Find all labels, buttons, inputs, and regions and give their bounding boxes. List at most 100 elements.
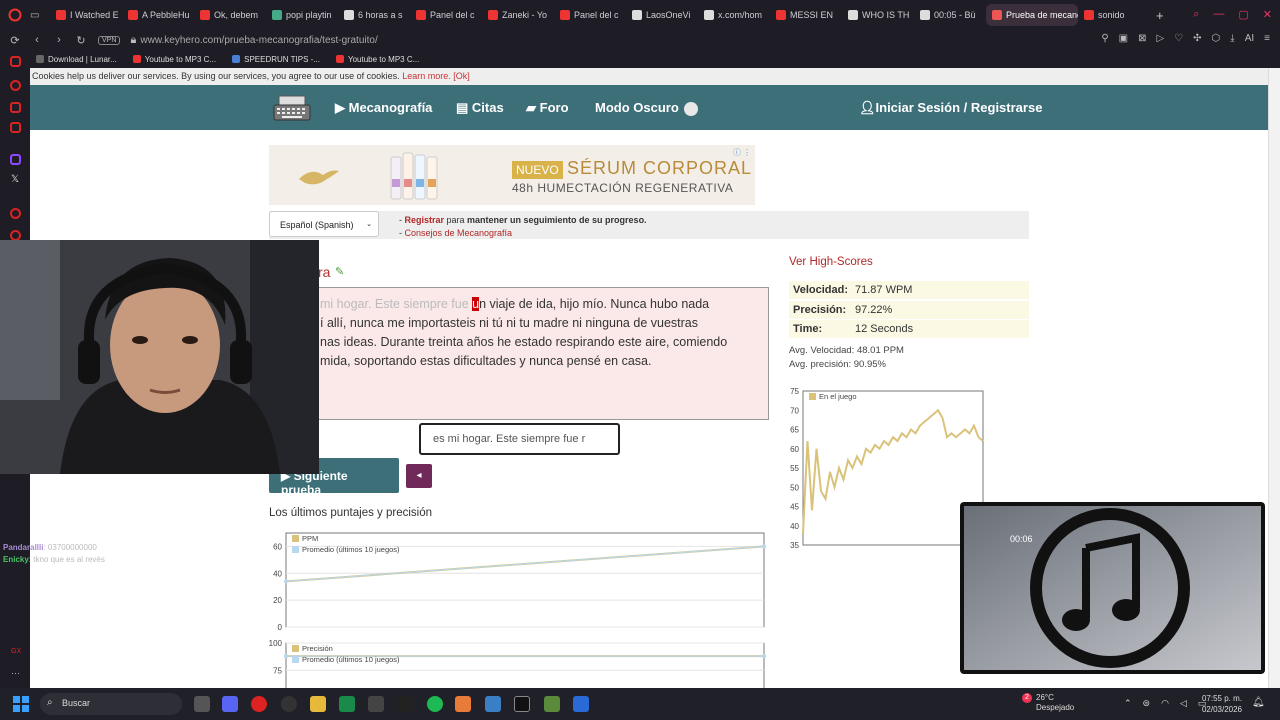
weather-widget[interactable]: 2 26°C Despejado <box>1022 693 1074 713</box>
close-icon[interactable]: ✕ <box>1263 8 1272 21</box>
browser-tab[interactable]: sonido <box>1078 4 1150 26</box>
cloud-icon[interactable] <box>455 696 471 712</box>
vpn-badge[interactable]: VPN <box>98 35 121 45</box>
high-scores-link[interactable]: Ver High-Scores <box>789 256 873 268</box>
maximize-icon[interactable]: ▢ <box>1238 8 1248 21</box>
nav-modo-oscuro[interactable]: Modo Oscuro <box>595 100 679 115</box>
extension-icon[interactable]: ⊠ <box>1138 33 1146 44</box>
language-select[interactable]: Español (Spanish) ⌄ <box>269 211 379 237</box>
sidebar-messenger-icon[interactable] <box>10 80 21 91</box>
discord-icon[interactable] <box>222 696 238 712</box>
sidebar-player-icon[interactable] <box>10 208 21 219</box>
browser-tab[interactable]: Panel del c <box>410 4 482 26</box>
tab-favicon-icon <box>272 10 282 20</box>
register-link[interactable]: Registrar <box>405 215 445 225</box>
windows-start-icon[interactable] <box>13 696 29 712</box>
lock-icon[interactable]: 🔒︎ <box>126 34 140 47</box>
tab-list-icon[interactable]: ▭ <box>30 10 50 21</box>
pin-icon[interactable]: ⚲ <box>1101 33 1108 44</box>
photos-icon[interactable] <box>485 696 501 712</box>
sidebar-more-icon[interactable]: ··· <box>11 668 20 678</box>
app-green-icon[interactable] <box>339 696 355 712</box>
nav-mecanografia[interactable]: ▶ Mecanografía <box>335 100 432 116</box>
tips-link[interactable]: Consejos de Mecanografía <box>405 228 513 238</box>
browser-tab[interactable]: popi playtin <box>266 4 338 26</box>
sidebar-instagram-icon[interactable] <box>10 102 21 113</box>
x-app-icon[interactable] <box>368 696 384 712</box>
search-tabs-icon[interactable]: ⌕ <box>1193 8 1199 21</box>
puzzle-icon[interactable]: ✣ <box>1193 33 1201 44</box>
browser-tab[interactable]: MESSI EN <box>770 4 842 26</box>
speaker-icon[interactable]: ◁ <box>1180 698 1187 709</box>
forward-icon[interactable]: › <box>48 34 70 46</box>
play-icon[interactable]: ▷ <box>1156 33 1164 44</box>
nav-login[interactable]: 👤︎Iniciar Sesión / Registrarse <box>859 100 1042 116</box>
heart-icon[interactable]: ♡ <box>1174 33 1183 44</box>
cookie-learn-more-link[interactable]: Learn more. <box>402 71 451 81</box>
sidebar-twitch-icon[interactable] <box>10 154 21 165</box>
page-scrollbar[interactable] <box>1268 68 1280 688</box>
bookmark-item[interactable]: Download | Lunar... <box>36 55 117 64</box>
notifications-icon[interactable]: 🔔︎ <box>1252 697 1265 708</box>
browser-tab[interactable]: Prueba de mecanog <box>986 4 1078 26</box>
sidebar-youtube-icon[interactable] <box>10 122 21 133</box>
bookmark-item[interactable]: SPEEDRUN TIPS -... <box>232 55 320 64</box>
wifi-icon[interactable]: ◠ <box>1161 698 1169 709</box>
sidebar-aria-icon[interactable] <box>10 56 21 67</box>
chat-message: Pandarallli: 03700000000 <box>3 543 97 552</box>
capcut-icon[interactable] <box>398 696 414 712</box>
paint-icon[interactable] <box>573 696 589 712</box>
browser-tab[interactable]: x.com/hom <box>698 4 770 26</box>
sidebar-gx-icon[interactable]: GX <box>11 648 21 655</box>
browser-tab[interactable]: LaosOneVi <box>626 4 698 26</box>
minimize-icon[interactable]: — <box>1213 8 1224 21</box>
nav-citas[interactable]: ▤ Citas <box>456 100 504 116</box>
nav-foro[interactable]: ▰ Foro <box>526 100 569 116</box>
browser-tab[interactable]: 00:05 - Bü <box>914 4 986 26</box>
browser-tab[interactable]: WHO IS TH <box>842 4 914 26</box>
browser-tab[interactable]: Panel del c <box>554 4 626 26</box>
back-icon[interactable]: ‹ <box>26 34 48 46</box>
app-icon[interactable] <box>281 696 297 712</box>
ad-info-icon[interactable]: ⓘ ⋮ <box>733 147 751 158</box>
menu-icon[interactable]: ≡ <box>1264 33 1270 44</box>
bookmark-item[interactable]: Youtube to MP3 C... <box>335 55 419 64</box>
task-view-icon[interactable] <box>194 696 210 712</box>
cookie-ok-link[interactable]: [Ok] <box>453 71 470 81</box>
scores-title: Los últimos puntajes y precisión <box>269 507 432 519</box>
browser-tab[interactable]: Zaneki - Yo <box>482 4 554 26</box>
back-arrow-button[interactable]: ◂ <box>406 464 432 488</box>
opera-menu-icon[interactable] <box>0 0 30 30</box>
browser-tab[interactable]: Ok, debem <box>194 4 266 26</box>
opera-gx-icon[interactable] <box>251 696 267 712</box>
minecraft-icon[interactable] <box>544 696 560 712</box>
bookmark-item[interactable]: Youtube to MP3 C... <box>132 55 216 64</box>
taskbar-clock[interactable]: 07:55 p. m. 02/03/2026 <box>1196 693 1242 715</box>
capcut-alt-icon[interactable] <box>514 696 530 712</box>
sidebar-x-icon[interactable]: 𝕏 <box>11 174 19 185</box>
network-icon[interactable]: ⊜ <box>1143 698 1151 709</box>
taskbar-search[interactable]: ⌕ Buscar <box>40 693 182 715</box>
new-tab-icon[interactable]: + <box>1156 8 1164 23</box>
snapshot-icon[interactable]: ▣ <box>1119 33 1128 44</box>
pencil-icon[interactable]: ✎ <box>335 265 344 278</box>
browser-tab[interactable]: I Watched E <box>50 4 122 26</box>
file-explorer-icon[interactable] <box>310 696 326 712</box>
tab-favicon-icon <box>848 10 858 20</box>
spotify-icon[interactable] <box>427 696 443 712</box>
ad-banner[interactable]: NUEVO SÉRUM CORPORAL 48h HUMECTACIÓN REG… <box>269 145 755 205</box>
dark-mode-toggle[interactable] <box>684 102 698 116</box>
download-icon[interactable]: ⤓ <box>1230 33 1234 44</box>
y-tick-label: 50 <box>790 483 799 492</box>
keyboard-logo-icon[interactable] <box>273 94 311 122</box>
chevron-up-icon[interactable]: ⌃ <box>1124 698 1132 709</box>
url-field[interactable]: www.keyhero.com/prueba-mecanografia/test… <box>140 35 377 46</box>
typing-input[interactable]: es mi hogar. Este siempre fue r <box>419 423 620 455</box>
reload-icon[interactable]: ↻ <box>70 34 92 47</box>
browser-tab[interactable]: A PebbleHu <box>122 4 194 26</box>
browser-tab[interactable]: 6 horas a s <box>338 4 410 26</box>
reload-icon-sidebar[interactable]: ⟳ <box>4 34 26 47</box>
cube-icon[interactable]: ⬡ <box>1212 33 1221 44</box>
music-player-overlay[interactable]: 00:06 <box>960 502 1265 674</box>
ai-icon[interactable]: AI <box>1245 33 1254 44</box>
